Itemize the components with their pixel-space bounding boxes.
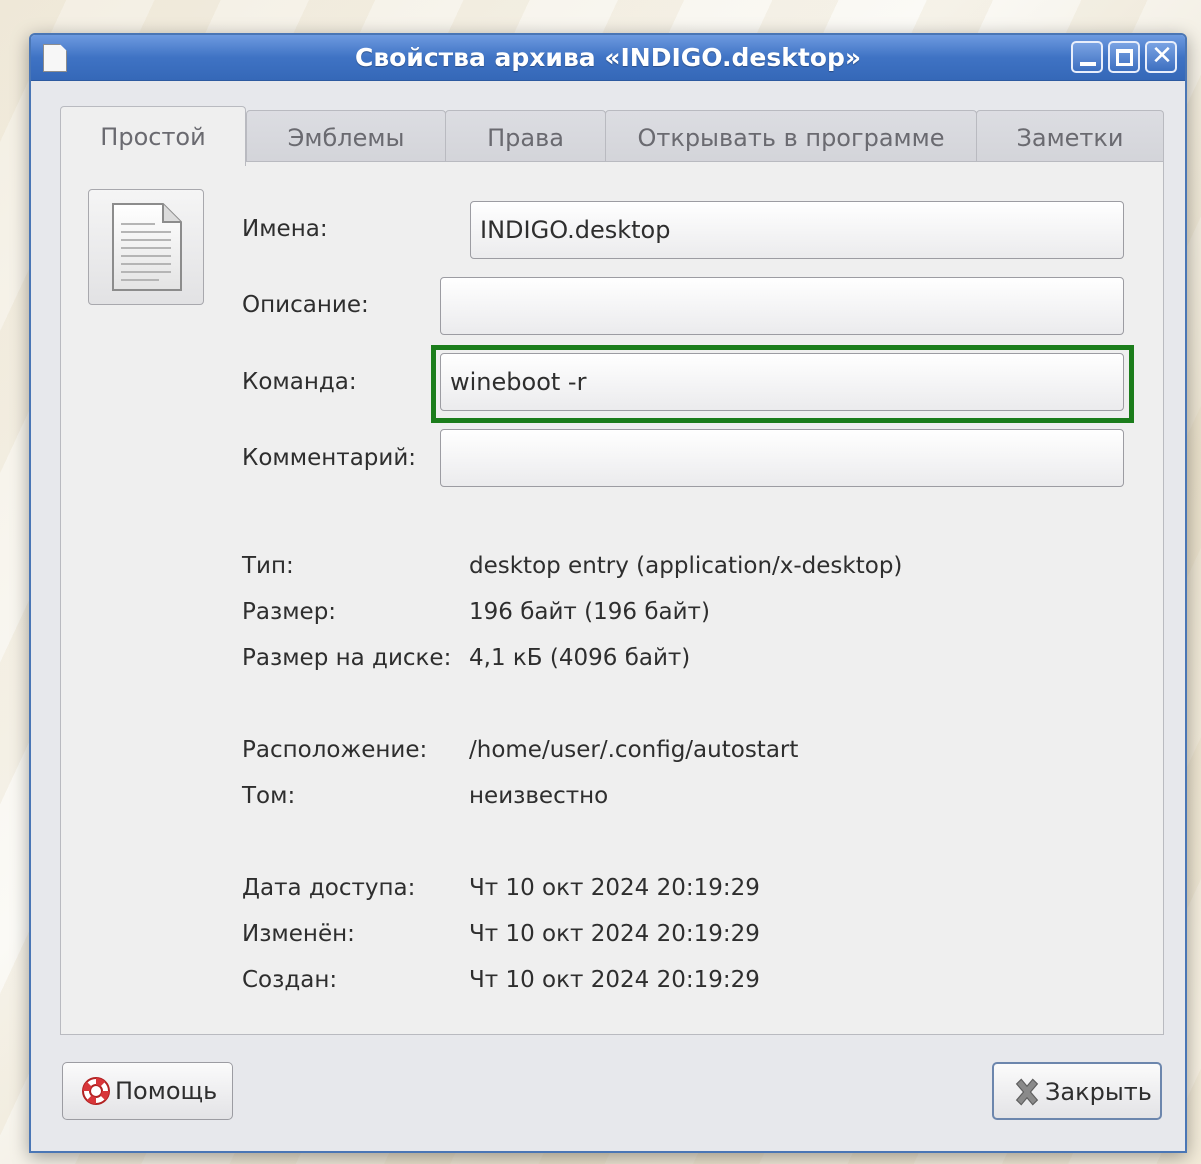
description-input[interactable] [440, 277, 1124, 335]
type-value: desktop entry (application/x-desktop) [469, 553, 903, 579]
disk-size-value: 4,1 кБ (4096 байт) [469, 645, 691, 671]
created-label: Создан: [242, 967, 338, 993]
command-label: Команда: [242, 369, 357, 395]
close-window-button[interactable]: ✕ [1145, 41, 1177, 73]
tab-basic[interactable]: Простой [60, 106, 246, 166]
title-bar[interactable]: Свойства архива «INDIGO.desktop» ✕ [31, 35, 1185, 81]
tab-emblems[interactable]: Эмблемы [246, 110, 446, 164]
accessed-label: Дата доступа: [242, 875, 416, 901]
name-label: Имена: [242, 216, 328, 242]
command-highlight-box [431, 345, 1134, 423]
volume-label: Том: [242, 783, 296, 809]
file-icon-button[interactable] [88, 189, 204, 305]
minimize-icon [1080, 62, 1096, 66]
comment-input[interactable] [440, 429, 1124, 487]
window-title: Свойства архива «INDIGO.desktop» [354, 43, 862, 72]
close-button-label: Закрыть [1045, 1078, 1152, 1106]
description-label: Описание: [242, 292, 369, 318]
tab-open-with[interactable]: Открывать в программе [605, 110, 977, 164]
location-value: /home/user/.config/autostart [469, 737, 799, 763]
close-button[interactable]: Закрыть [992, 1062, 1162, 1120]
accessed-value: Чт 10 окт 2024 20:19:29 [469, 875, 760, 901]
modified-value: Чт 10 окт 2024 20:19:29 [469, 921, 760, 947]
close-x-icon [1015, 1078, 1039, 1106]
created-value: Чт 10 окт 2024 20:19:29 [469, 967, 760, 993]
properties-dialog: Свойства архива «INDIGO.desktop» ✕ Прост… [29, 33, 1187, 1153]
close-icon: ✕ [1151, 41, 1173, 71]
tab-notes[interactable]: Заметки [976, 110, 1164, 164]
name-input[interactable]: INDIGO.desktop [470, 201, 1124, 259]
maximize-icon [1116, 49, 1133, 66]
comment-label: Комментарий: [242, 445, 417, 471]
volume-value: неизвестно [469, 783, 609, 809]
minimize-button[interactable] [1071, 41, 1103, 73]
help-button[interactable]: Помощь [62, 1062, 233, 1120]
location-label: Расположение: [242, 737, 428, 763]
basic-tab-panel: Имена: INDIGO.desktop Описание: Команда:… [60, 161, 1164, 1035]
tab-permissions[interactable]: Права [445, 110, 606, 164]
size-label: Размер: [242, 599, 337, 625]
size-value: 196 байт (196 байт) [469, 599, 710, 625]
type-label: Тип: [242, 553, 294, 579]
disk-size-label: Размер на диске: [242, 645, 452, 671]
help-button-label: Помощь [115, 1077, 218, 1105]
maximize-button[interactable] [1108, 41, 1140, 73]
lifebuoy-icon [82, 1077, 110, 1105]
modified-label: Изменён: [242, 921, 355, 947]
text-file-icon [112, 203, 182, 291]
